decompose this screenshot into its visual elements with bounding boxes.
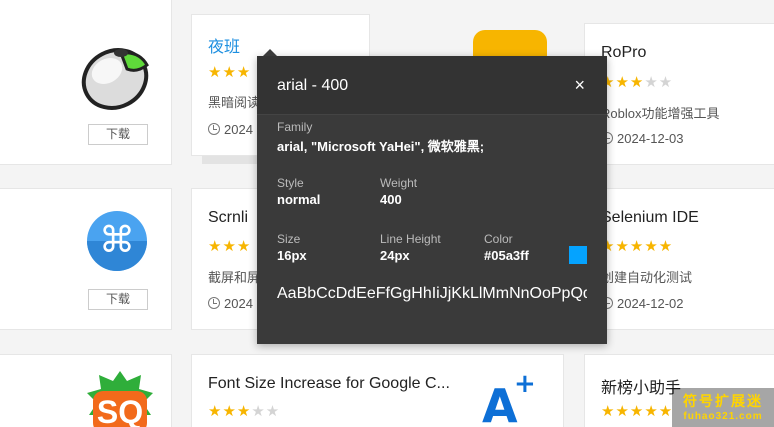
panel-header: arial - 400 × xyxy=(257,56,607,115)
watermark-url: fuhao321.com xyxy=(683,411,763,422)
family-value: arial, "Microsoft YaHei", 微软雅黑; xyxy=(277,139,485,154)
family-label: Family xyxy=(277,120,313,134)
app-title[interactable]: Font Size Increase for Google C... xyxy=(208,375,450,393)
scrollbar[interactable] xyxy=(202,156,264,164)
color-label: Color xyxy=(484,232,513,246)
close-icon[interactable]: × xyxy=(574,76,585,94)
app-description: 截屏和屏 xyxy=(208,270,261,285)
app-card-fontsize[interactable]: Font Size Increase for Google C... ★★★★★… xyxy=(191,354,564,427)
color-swatch xyxy=(569,246,587,264)
panel-title: arial - 400 xyxy=(277,77,349,94)
rating-stars: ★★★ xyxy=(208,64,252,81)
font-inspector-panel: arial - 400 × Family arial, "Microsoft Y… xyxy=(257,49,607,344)
size-value: 16px xyxy=(277,248,307,263)
app-date: 2024 xyxy=(208,296,253,311)
app-description: 黑暗阅读 xyxy=(208,95,261,110)
clock-icon xyxy=(208,123,220,135)
rating-stars: ★★★★★ xyxy=(208,403,281,420)
size-label: Size xyxy=(277,232,301,246)
app-title[interactable]: Scrnli xyxy=(208,209,248,227)
app-card-sq[interactable]: SQ xyxy=(0,354,172,427)
app-date: 2024-12-02 xyxy=(601,296,684,311)
app-title[interactable]: 夜班 xyxy=(208,33,240,57)
panel-pointer xyxy=(263,49,277,56)
download-button[interactable]: 下载 xyxy=(88,124,148,145)
app-description: Roblox功能增强工具 xyxy=(601,106,720,121)
app-title[interactable]: Selenium IDE xyxy=(601,209,699,227)
svg-text:SQ: SQ xyxy=(97,394,143,427)
command-key-icon: ⌘ xyxy=(87,211,147,271)
app-card-mouse[interactable]: 下载 xyxy=(0,0,172,165)
weight-label: Weight xyxy=(380,176,418,190)
line-height-value: 24px xyxy=(380,248,410,263)
rating-stars: ★★★ xyxy=(208,238,252,255)
clock-icon xyxy=(208,297,220,309)
app-card-command[interactable]: ⌘ 下载 xyxy=(0,188,172,330)
app-title[interactable]: RoPro xyxy=(601,44,646,62)
font-sample-text: AaBbCcDdEeFfGgHhIiJjKkLlMmNnOoPpQqRrSsTt… xyxy=(277,285,587,302)
color-value: #05a3ff xyxy=(484,248,529,263)
sq-logo-icon: SQ xyxy=(85,369,155,427)
download-button[interactable]: 下载 xyxy=(88,289,148,310)
app-title[interactable]: 新榜小助手 xyxy=(601,374,681,398)
app-date: 2024 xyxy=(208,122,253,137)
mouse-icon xyxy=(77,43,153,118)
app-card-selenium[interactable]: Selenium IDE ★★★★★ 创建自动化测试 2024-12-02 xyxy=(584,188,774,330)
rating-stars: ★★★★★ xyxy=(601,74,674,91)
line-height-label: Line Height xyxy=(380,232,441,246)
style-label: Style xyxy=(277,176,304,190)
app-card-ropro[interactable]: RoPro ★★★★★ Roblox功能增强工具 2024-12-03 xyxy=(584,23,774,165)
rating-stars: ★★★★★ xyxy=(601,238,674,255)
rating-stars: ★★★★★ xyxy=(601,403,674,420)
style-value: normal xyxy=(277,192,321,207)
app-description: 创建自动化测试 xyxy=(601,270,693,285)
weight-value: 400 xyxy=(380,192,402,207)
watermark-title: 符号扩展迷 xyxy=(683,393,763,409)
app-date: 2024-12-03 xyxy=(601,131,684,146)
site-watermark: 符号扩展迷 fuhao321.com xyxy=(672,388,774,427)
